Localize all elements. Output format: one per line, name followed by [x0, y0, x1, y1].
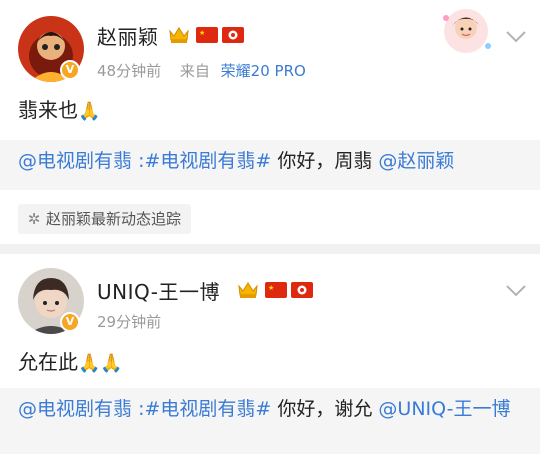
track-button[interactable]: ✲ 赵丽颖最新动态追踪	[18, 204, 192, 234]
post-time: 48分钟前	[97, 62, 162, 80]
post-text-body: 允在此	[18, 350, 78, 374]
divider	[0, 244, 540, 254]
svg-text:★: ★	[268, 284, 274, 292]
post-meta: 48分钟前 来自 荣耀20 PRO	[97, 60, 306, 81]
post-time: 29分钟前	[97, 313, 162, 331]
crown-icon	[169, 27, 189, 43]
china-flag-icon: ★	[265, 282, 287, 298]
post-text-body: 翡来也	[18, 98, 78, 122]
repost-text: 你好，谢允	[271, 398, 379, 420]
post-meta: 29分钟前	[97, 311, 161, 332]
post-card: V UNIQ-王一博 ★ 29分钟前 允在此🙏🙏 @电视剧有翡 :#电视剧有翡#…	[0, 254, 540, 454]
source-link[interactable]: 荣耀20 PRO	[221, 62, 306, 80]
loading-icon: ✲	[27, 210, 41, 228]
hong-kong-flag-icon	[291, 282, 313, 298]
mention-link[interactable]: @赵丽颖	[378, 150, 454, 172]
chevron-down-icon[interactable]	[505, 284, 527, 298]
hashtag-link[interactable]: :#电视剧有翡#	[138, 398, 271, 420]
verified-badge-icon: V	[60, 312, 80, 332]
svg-text:★: ★	[199, 29, 205, 37]
source-prefix: 来自	[179, 62, 210, 80]
repost-box[interactable]: @电视剧有翡 :#电视剧有翡# 你好，周翡 @赵丽颖	[0, 140, 540, 190]
china-flag-icon: ★	[196, 27, 218, 43]
pray-emoji-icon: 🙏🙏	[78, 353, 123, 374]
chevron-down-icon[interactable]	[505, 30, 527, 44]
pray-emoji-icon: 🙏	[78, 101, 101, 122]
hashtag-link[interactable]: :#电视剧有翡#	[138, 150, 271, 172]
mention-link[interactable]: @UNIQ-王一博	[378, 398, 510, 420]
hong-kong-flag-icon	[222, 27, 244, 43]
post-card: V 赵丽颖 ★ 48分钟前 来自 荣耀20 PRO 翡来也🙏 @电视剧有翡 :#…	[0, 0, 540, 244]
verified-badge-icon: V	[60, 60, 80, 80]
user-name[interactable]: 赵丽颖	[97, 21, 159, 50]
track-label: 赵丽颖最新动态追踪	[46, 210, 182, 228]
repost-text: 你好，周翡	[271, 150, 379, 172]
mention-link[interactable]: @电视剧有翡	[18, 398, 132, 420]
mention-link[interactable]: @电视剧有翡	[18, 150, 132, 172]
user-name[interactable]: UNIQ-王一博	[97, 276, 220, 305]
avatar-sticker	[443, 9, 491, 53]
crown-icon	[238, 282, 258, 298]
repost-box[interactable]: @电视剧有翡 :#电视剧有翡# 你好，谢允 @UNIQ-王一博	[0, 388, 540, 454]
post-text: 翡来也🙏	[18, 94, 100, 123]
post-text: 允在此🙏🙏	[18, 346, 123, 375]
